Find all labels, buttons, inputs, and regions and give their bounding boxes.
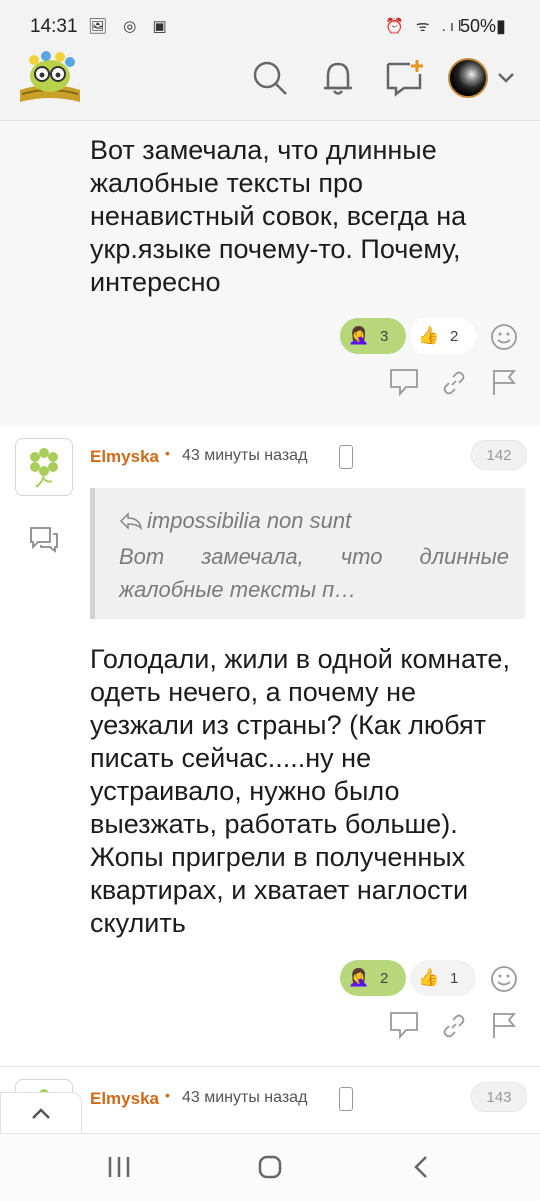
flag-icon[interactable] [490,367,518,397]
scroll-top-button[interactable] [0,1092,82,1136]
separator-dot: • [165,1087,170,1103]
quote-text: Вот замечала, что длинные жалобные текст… [119,544,509,602]
mobile-device-icon [339,445,353,469]
comment-time[interactable]: 43 минуты назад [182,447,307,465]
replies-icon[interactable] [28,524,60,554]
separator-dot: • [165,445,170,461]
quoted-comment[interactable]: impossibilia non sunt Вот замечала, что … [90,488,525,619]
author-avatar[interactable] [15,438,73,496]
flag-icon[interactable] [490,1010,518,1040]
reply-arrow-icon [119,512,143,531]
home-icon[interactable] [257,1154,283,1180]
bell-icon[interactable] [318,58,358,98]
search-icon[interactable] [250,58,290,98]
comment-text: Вот замечала, что длинные жалобные текст… [90,135,467,297]
reaction-count: 2 [450,327,459,345]
facepalm-reaction-button[interactable]: 🤦‍♀️ 2 [340,960,406,996]
link-icon[interactable] [440,1012,468,1040]
facepalm-reaction-button[interactable]: 🤦‍♀️ 3 [340,318,406,354]
comment-time[interactable]: 43 минуты назад [182,1089,307,1107]
author-name[interactable]: Elmyska [90,447,159,467]
chevron-down-icon[interactable] [496,70,516,86]
add-reaction-icon[interactable] [490,323,518,351]
previous-comment: Вот замечала, что длинные жалобные текст… [0,121,540,426]
author-name[interactable]: Elmyska [90,1089,159,1109]
comment-text: Голодали, жили в одной комнате, одеть не… [90,644,510,938]
add-reaction-icon[interactable] [490,965,518,993]
quote-author: impossibilia non sunt [147,508,352,533]
facepalm-emoji-icon: 🤦‍♀️ [348,326,370,345]
facepalm-emoji-icon: 🤦‍♀️ [348,968,370,987]
recent-apps-icon[interactable] [107,1154,131,1180]
thumbs-up-icon: 👍 [418,326,440,345]
status-notification-icons: 🖼 ◎ ▣ [88,18,173,35]
reply-icon[interactable] [388,1010,420,1040]
reaction-count: 3 [380,327,389,345]
comment-number-badge[interactable]: 143 [471,1082,527,1112]
status-bar: 14:31 🖼 ◎ ▣ ⏰ ᯤ .ıl 50%▮ [0,0,540,44]
like-reaction-button[interactable]: 👍 2 [410,318,476,354]
app-header [0,44,540,121]
comment-number-badge[interactable]: 142 [471,440,527,470]
like-reaction-button[interactable]: 👍 1 [410,960,476,996]
user-avatar[interactable] [448,58,488,98]
mobile-device-icon [339,1087,353,1111]
status-time: 14:31 [30,16,78,37]
chevron-up-icon [32,1108,50,1119]
back-icon[interactable] [410,1154,432,1180]
reaction-count: 2 [380,969,389,987]
battery-indicator: 50%▮ [460,16,506,36]
thumbs-up-icon: 👍 [418,968,440,987]
reaction-count: 1 [450,969,459,987]
owl-books-logo[interactable] [16,50,84,108]
link-icon[interactable] [440,369,468,397]
system-navigation-bar [0,1133,540,1201]
new-post-icon[interactable] [384,58,426,98]
reply-icon[interactable] [388,367,420,397]
status-system-icons: ⏰ ᯤ .ıl [385,18,466,35]
